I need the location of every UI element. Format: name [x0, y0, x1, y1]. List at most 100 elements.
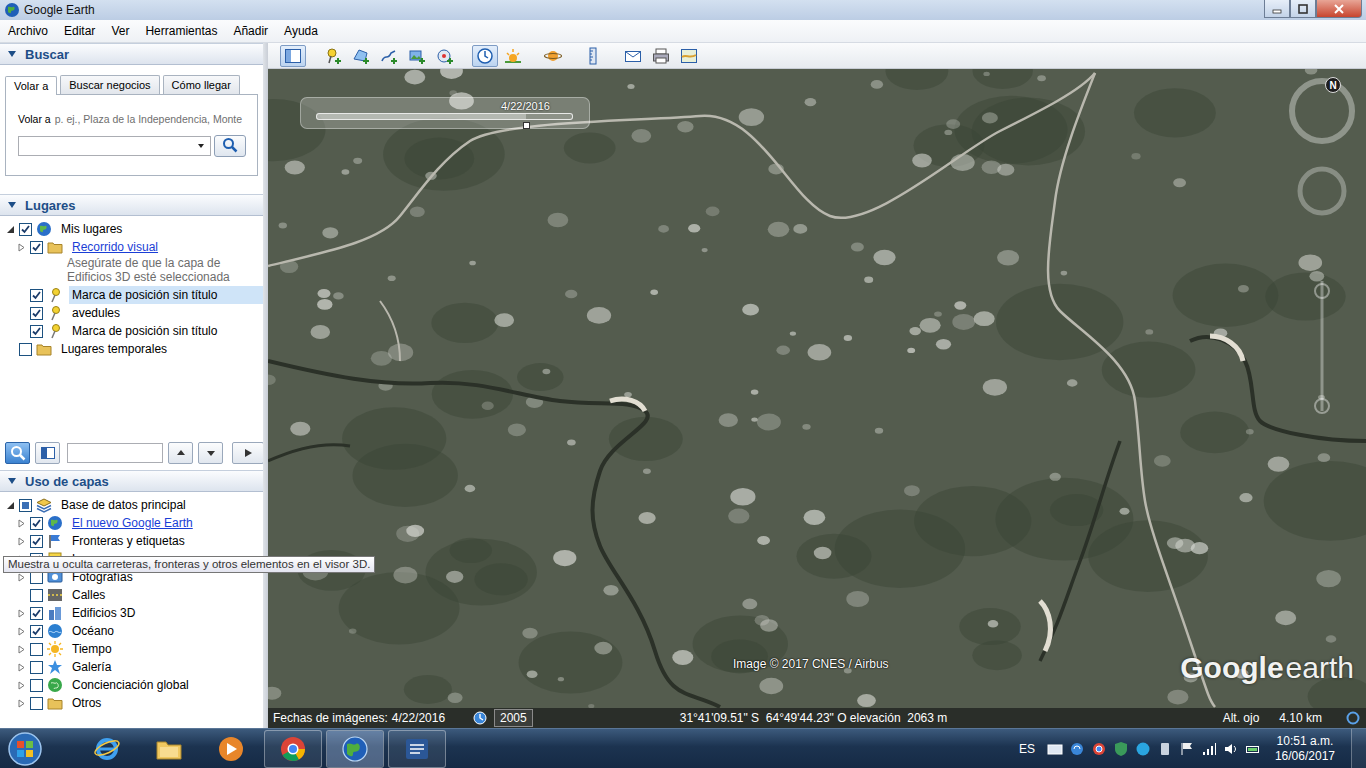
collapsed-arrow-icon[interactable] [17, 681, 26, 690]
expanded-arrow-icon[interactable] [6, 225, 15, 234]
sun-button[interactable] [500, 45, 526, 67]
expander[interactable] [17, 519, 26, 528]
tree-label[interactable]: Galería [69, 658, 263, 676]
tree-label[interactable]: Mis lugares [58, 220, 263, 238]
tree-label[interactable]: Marca de posición sin título [69, 322, 263, 340]
maximize-icon[interactable] [1290, 0, 1316, 18]
ie-taskbar-button[interactable] [78, 730, 136, 768]
places-filter-input[interactable] [67, 443, 163, 463]
sidebar-button[interactable] [280, 45, 306, 67]
search-tab[interactable]: Volar a [5, 76, 57, 95]
checkbox[interactable] [30, 643, 43, 656]
tree-item[interactable]: Galería [0, 658, 263, 676]
path-button[interactable] [376, 45, 402, 67]
collapsed-arrow-icon[interactable] [17, 663, 26, 672]
collapsed-arrow-icon[interactable] [17, 609, 26, 618]
checkbox[interactable] [30, 589, 43, 602]
checkbox[interactable] [30, 325, 43, 338]
dropdown-arrow-icon[interactable] [195, 140, 207, 152]
expander[interactable] [17, 537, 26, 546]
expander[interactable] [6, 501, 15, 510]
time-slider[interactable]: 4/22/2016 [300, 97, 590, 129]
tree-item[interactable]: Océano [0, 622, 263, 640]
collapsed-arrow-icon[interactable] [17, 243, 26, 252]
checkbox[interactable] [30, 535, 43, 548]
checkbox[interactable] [30, 679, 43, 692]
tree-item[interactable]: Marca de posición sin título [0, 286, 263, 304]
explorer-taskbar-button[interactable] [140, 730, 198, 768]
search-button[interactable] [214, 135, 246, 157]
move-down-icon[interactable] [198, 442, 223, 464]
minimize-icon[interactable] [1264, 0, 1290, 18]
checkbox[interactable] [30, 307, 43, 320]
menu-item[interactable]: Herramientas [137, 21, 225, 41]
planet-button[interactable] [540, 45, 566, 67]
clock[interactable]: 10:51 a.m.16/06/2017 [1275, 734, 1335, 764]
collapse-arrow-icon[interactable] [7, 200, 17, 210]
checkbox[interactable] [30, 289, 43, 302]
tree-item[interactable]: Fronteras y etiquetas [0, 532, 263, 550]
places-header[interactable]: Lugares [0, 194, 263, 216]
history-button[interactable] [472, 45, 498, 67]
search-header[interactable]: Buscar [0, 43, 263, 65]
tree-item[interactable]: Marca de posición sin título [0, 322, 263, 340]
sync-icon[interactable] [1069, 741, 1085, 757]
polygon-button[interactable] [348, 45, 374, 67]
search-toggle[interactable] [5, 442, 30, 464]
print-button[interactable] [648, 45, 674, 67]
layers-header[interactable]: Uso de capas [0, 470, 263, 492]
tree-link[interactable]: El nuevo Google Earth [69, 514, 263, 532]
expander[interactable] [17, 243, 26, 252]
expander[interactable] [17, 681, 26, 690]
media-taskbar-button[interactable] [202, 730, 260, 768]
tree-label[interactable]: avedules [69, 304, 263, 322]
maps-button[interactable] [676, 45, 702, 67]
word-taskbar-button[interactable] [388, 730, 446, 768]
start-button-icon[interactable] [5, 729, 45, 768]
tree-item[interactable]: Recorrido visual [0, 238, 263, 256]
navigation-controls-icon[interactable] [1276, 69, 1366, 429]
close-icon[interactable] [1316, 0, 1362, 18]
satellite-imagery[interactable]: 4/22/2016NImage © 2017 CNES / AirbusGoog… [268, 69, 1366, 708]
panel-toggle[interactable] [35, 442, 60, 464]
tree-item[interactable]: Lugares temporales [0, 340, 263, 358]
checkbox[interactable] [30, 607, 43, 620]
collapsed-arrow-icon[interactable] [17, 627, 26, 636]
tree-item[interactable]: Concienciación global [0, 676, 263, 694]
tree-link[interactable]: Recorrido visual [69, 238, 263, 256]
checkbox[interactable] [30, 697, 43, 710]
collapse-arrow-icon[interactable] [7, 49, 17, 59]
menu-item[interactable]: Editar [56, 21, 103, 41]
tree-label[interactable]: Base de datos principal [58, 496, 263, 514]
menu-item[interactable]: Archivo [0, 21, 56, 41]
tree-item[interactable]: Mis lugares [0, 220, 263, 238]
chrome-taskbar-button[interactable] [264, 730, 322, 768]
skype-icon[interactable] [1135, 741, 1151, 757]
tree-label[interactable]: Concienciación global [69, 676, 263, 694]
email-button[interactable] [620, 45, 646, 67]
search-tab[interactable]: Buscar negocios [60, 75, 159, 94]
collapsed-arrow-icon[interactable] [17, 573, 26, 582]
tree-label[interactable]: Tiempo [69, 640, 263, 658]
expander[interactable] [17, 699, 26, 708]
checkbox[interactable] [30, 661, 43, 674]
tree-label[interactable]: Océano [69, 622, 263, 640]
expander[interactable] [17, 627, 26, 636]
checkbox[interactable] [19, 223, 32, 236]
ruler-button[interactable] [580, 45, 606, 67]
expander[interactable] [17, 645, 26, 654]
expander[interactable] [6, 225, 15, 234]
menu-item[interactable]: Ayuda [276, 21, 326, 41]
tree-item[interactable]: Otros [0, 694, 263, 712]
tree-item[interactable]: El nuevo Google Earth [0, 514, 263, 532]
expander[interactable] [17, 573, 26, 582]
tree-label[interactable]: Fronteras y etiquetas [69, 532, 263, 550]
tree-item[interactable]: Edificios 3D [0, 604, 263, 622]
placemark-button[interactable] [320, 45, 346, 67]
tour-button[interactable] [432, 45, 458, 67]
keyboard-icon[interactable] [1047, 741, 1063, 757]
collapsed-arrow-icon[interactable] [17, 645, 26, 654]
expanded-arrow-icon[interactable] [6, 501, 15, 510]
chrome-tray-icon[interactable] [1091, 741, 1107, 757]
search-input[interactable] [18, 136, 211, 156]
